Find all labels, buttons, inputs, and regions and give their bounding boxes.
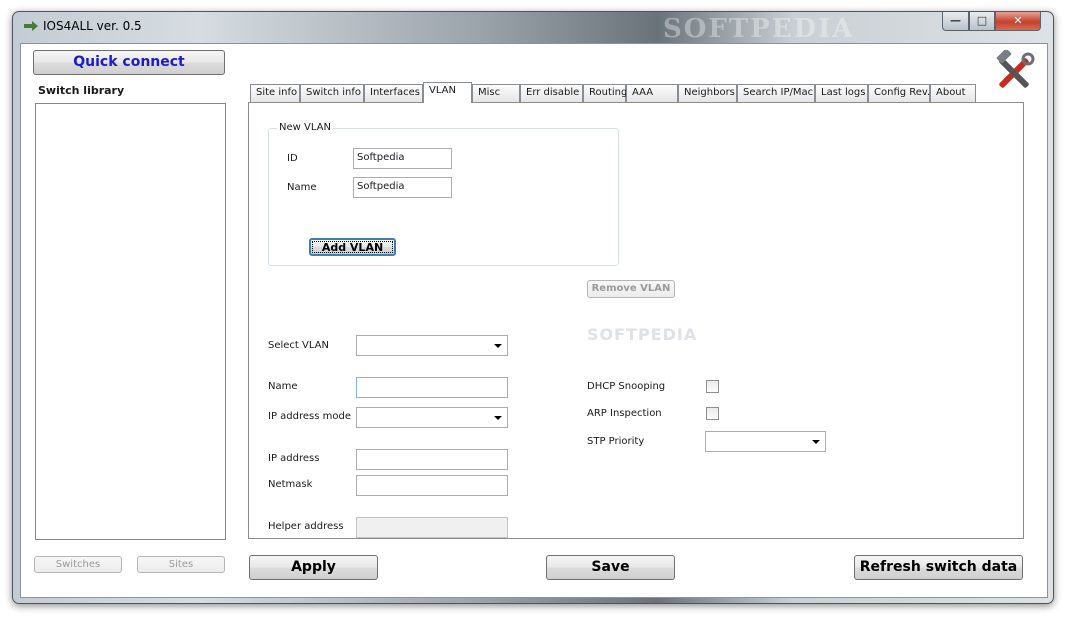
add-vlan-button[interactable]: Add VLAN: [309, 238, 396, 256]
client-area: Quick connect Switch library Switches Si…: [20, 43, 1048, 598]
close-button[interactable]: ✕: [995, 12, 1041, 31]
tab-interfaces[interactable]: Interfaces: [364, 84, 423, 102]
vlan-id-input[interactable]: Softpedia: [353, 148, 452, 169]
tab-last-logs[interactable]: Last logs: [815, 84, 868, 102]
tools-icon: [996, 50, 1035, 88]
tab-err-disable[interactable]: Err disable: [520, 84, 583, 102]
select-vlan-label: Select VLAN: [268, 340, 329, 351]
tab-switch-info[interactable]: Switch info: [300, 84, 364, 102]
vlan-panel: New VLAN ID Softpedia Name Softpedia Add…: [248, 102, 1024, 539]
stp-priority-label: STP Priority: [587, 436, 645, 447]
watermark: SOFTPEDIA: [663, 14, 855, 44]
minimize-button[interactable]: —: [942, 12, 969, 31]
desktop: IOS4ALL ver. 0.5 SOFTPEDIA — □ ✕ Quick c…: [0, 0, 1074, 624]
tab-search-ip-mac[interactable]: Search IP/Mac: [737, 84, 815, 102]
stp-priority-dropdown[interactable]: [705, 431, 826, 452]
ip-mode-dropdown[interactable]: [356, 407, 508, 428]
app-icon: [24, 21, 38, 31]
helper-address-input[interactable]: [356, 517, 508, 538]
refresh-switch-data-button[interactable]: Refresh switch data: [854, 555, 1023, 580]
tab-site-info[interactable]: Site info: [250, 84, 300, 102]
vlan-name-input[interactable]: Softpedia: [353, 177, 452, 198]
window-title: IOS4ALL ver. 0.5: [43, 19, 142, 33]
select-vlan-dropdown[interactable]: [356, 335, 508, 356]
vlan-id-label: ID: [287, 153, 298, 164]
switch-library-label: Switch library: [38, 84, 125, 97]
watermark-faint: SOFTPEDIA: [587, 325, 698, 344]
vlan-edit-name-label: Name: [268, 381, 298, 392]
tab-routing[interactable]: Routing: [583, 84, 627, 102]
tab-config-rev[interactable]: Config Rev.: [868, 84, 930, 102]
switch-library-list[interactable]: [35, 103, 226, 540]
remove-vlan-button[interactable]: Remove VLAN: [587, 280, 675, 298]
apply-button[interactable]: Apply: [249, 555, 378, 580]
save-button[interactable]: Save: [546, 555, 675, 580]
ip-mode-label: IP address mode: [268, 411, 351, 422]
title-bar[interactable]: IOS4ALL ver. 0.5 SOFTPEDIA — □ ✕: [13, 12, 1053, 44]
maximize-button[interactable]: □: [969, 12, 995, 31]
netmask-label: Netmask: [268, 479, 313, 490]
ip-address-input[interactable]: [356, 449, 508, 470]
netmask-input[interactable]: [356, 475, 508, 496]
vlan-edit-name-input[interactable]: [356, 377, 508, 398]
helper-address-label: Helper address: [268, 521, 344, 532]
new-vlan-legend: New VLAN: [277, 122, 333, 133]
dhcp-snooping-checkbox[interactable]: [706, 380, 719, 393]
arp-inspection-checkbox[interactable]: [706, 407, 719, 420]
tab-aaa[interactable]: AAA: [626, 84, 678, 102]
dhcp-snooping-label: DHCP Snooping: [587, 381, 666, 392]
switches-button[interactable]: Switches: [34, 556, 122, 573]
chevron-down-icon: [494, 416, 502, 420]
chevron-down-icon: [812, 440, 820, 444]
sites-button[interactable]: Sites: [137, 556, 225, 573]
tab-about[interactable]: About: [930, 84, 976, 102]
vlan-name-label: Name: [287, 182, 317, 193]
tab-neighbors[interactable]: Neighbors: [678, 84, 737, 102]
new-vlan-group: New VLAN ID Softpedia Name Softpedia Add…: [268, 122, 619, 266]
chevron-down-icon: [494, 344, 502, 348]
ip-address-label: IP address: [268, 453, 320, 464]
arp-inspection-label: ARP Inspection: [587, 408, 662, 419]
quick-connect-button[interactable]: Quick connect: [33, 50, 225, 75]
tab-misc[interactable]: Misc: [472, 84, 520, 102]
app-window: IOS4ALL ver. 0.5 SOFTPEDIA — □ ✕ Quick c…: [12, 11, 1054, 604]
tab-vlan[interactable]: VLAN: [423, 82, 472, 103]
